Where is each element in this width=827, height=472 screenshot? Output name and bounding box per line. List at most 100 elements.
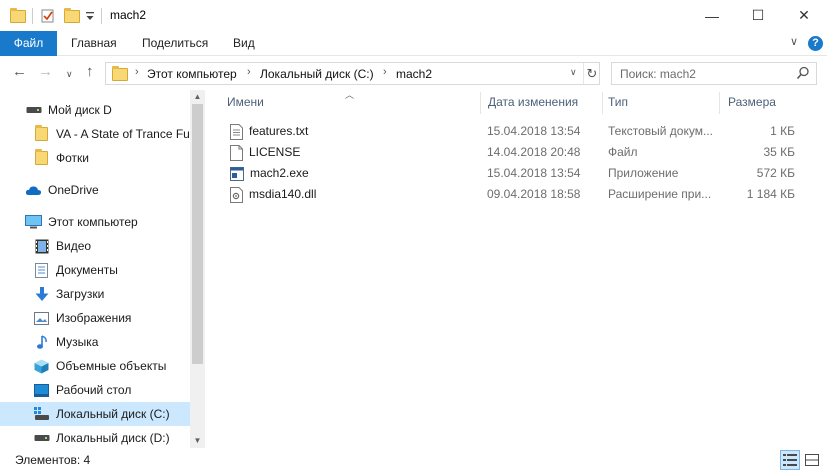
sidebar-item-downloads[interactable]: Загрузки bbox=[0, 282, 190, 306]
up-button[interactable]: ↑ bbox=[86, 64, 94, 80]
file-name[interactable]: features.txt bbox=[249, 121, 308, 142]
computer-icon bbox=[25, 214, 42, 230]
breadcrumb-mach2[interactable]: mach2 bbox=[396, 67, 432, 81]
file-row[interactable]: msdia140.dll 09.04.2018 18:58 Расширение… bbox=[221, 184, 801, 205]
column-header-date[interactable]: Дата изменения bbox=[488, 90, 578, 115]
tab-home[interactable]: Главная bbox=[71, 31, 117, 56]
sidebar-item-my-disk-d[interactable]: Мой диск D bbox=[0, 98, 190, 122]
scroll-down-icon[interactable]: ▼ bbox=[190, 434, 205, 448]
tab-file[interactable]: Файл bbox=[0, 31, 57, 56]
sidebar-item-label: Локальный диск (D:) bbox=[56, 431, 170, 445]
recent-locations-button[interactable]: ∨ bbox=[66, 66, 73, 82]
ribbon: Файл Главная Поделиться Вид ∨ ? bbox=[0, 31, 827, 56]
sidebar-item-local-disk-d[interactable]: Локальный диск (D:) bbox=[0, 426, 190, 448]
large-icons-view-icon bbox=[805, 454, 819, 466]
breadcrumb-separator[interactable]: › bbox=[383, 66, 387, 78]
drive-icon bbox=[33, 430, 50, 446]
address-bar[interactable]: › Этот компьютер › Локальный диск (C:) ›… bbox=[105, 62, 600, 85]
customize-toolbar-icon[interactable] bbox=[85, 6, 95, 26]
sidebar-item-desktop[interactable]: Рабочий стол bbox=[0, 378, 190, 402]
address-dropdown-icon[interactable]: ∨ bbox=[570, 67, 577, 78]
sidebar-item-pictures[interactable]: Изображения bbox=[0, 306, 190, 330]
breadcrumb-local-disk-c[interactable]: Локальный диск (C:) bbox=[260, 67, 374, 81]
sidebar-item-label: Рабочий стол bbox=[56, 383, 132, 397]
details-view-icon bbox=[783, 454, 797, 466]
file-name[interactable]: mach2.exe bbox=[250, 163, 309, 184]
documents-icon bbox=[33, 262, 50, 278]
toolbar-separator bbox=[32, 8, 33, 24]
scrollbar-thumb[interactable] bbox=[192, 104, 203, 364]
3d-objects-icon bbox=[33, 358, 50, 374]
scroll-up-icon[interactable]: ▲ bbox=[190, 90, 205, 104]
search-input[interactable] bbox=[620, 66, 790, 81]
sidebar-item-this-pc[interactable]: Этот компьютер bbox=[0, 210, 190, 234]
sidebar-item-documents[interactable]: Документы bbox=[0, 258, 190, 282]
ribbon-collapse-icon[interactable]: ∨ bbox=[790, 35, 798, 48]
file-size: 1 КБ bbox=[770, 124, 795, 138]
sidebar-item-video[interactable]: Видео bbox=[0, 234, 190, 258]
forward-button[interactable]: → bbox=[38, 64, 53, 80]
file-row[interactable]: mach2.exe 15.04.2018 13:54 Приложение 57… bbox=[221, 163, 801, 184]
folder-icon bbox=[33, 149, 50, 166]
dll-icon bbox=[230, 186, 243, 203]
file-name[interactable]: msdia140.dll bbox=[249, 184, 316, 205]
minimize-button[interactable]: — bbox=[689, 0, 735, 31]
breadcrumb-separator[interactable]: › bbox=[135, 66, 139, 78]
sidebar-item-label: Мой диск D bbox=[48, 103, 112, 117]
sidebar-item-label: Локальный диск (C:) bbox=[56, 407, 170, 421]
file-type: Файл bbox=[608, 145, 638, 159]
details-view-button[interactable] bbox=[780, 450, 800, 470]
file-type: Текстовый докум... bbox=[608, 124, 713, 138]
file-row[interactable]: features.txt 15.04.2018 13:54 Текстовый … bbox=[221, 121, 801, 142]
large-icons-view-button[interactable] bbox=[802, 450, 822, 470]
sidebar-item-label: Видео bbox=[56, 239, 92, 253]
file-row[interactable]: LICENSE 14.04.2018 20:48 Файл 35 КБ bbox=[221, 142, 801, 163]
sidebar-scrollbar[interactable]: ▲ ▼ bbox=[190, 90, 205, 448]
sidebar-item-photos[interactable]: Фотки bbox=[0, 146, 190, 170]
navigation-pane: Мой диск D VA - A State of Trance Fut Фо… bbox=[0, 90, 205, 448]
sidebar-item-va-state-of-trance[interactable]: VA - A State of Trance Fut bbox=[0, 122, 190, 146]
file-type: Приложение bbox=[608, 166, 679, 180]
sidebar-item-music[interactable]: Музыка bbox=[0, 330, 190, 354]
properties-icon[interactable] bbox=[40, 6, 56, 26]
file-list: ︿ Имени Дата изменения Тип Размера featu… bbox=[205, 90, 827, 448]
exe-icon bbox=[230, 166, 244, 181]
file-name[interactable]: LICENSE bbox=[249, 142, 300, 163]
music-icon bbox=[33, 334, 50, 350]
tab-share[interactable]: Поделиться bbox=[142, 31, 208, 56]
sort-ascending-icon: ︿ bbox=[345, 90, 355, 100]
column-header-type[interactable]: Тип bbox=[608, 90, 628, 115]
file-date: 15.04.2018 13:54 bbox=[487, 124, 581, 138]
close-button[interactable]: ✕ bbox=[781, 0, 827, 31]
sidebar-item-label: Изображения bbox=[56, 311, 132, 325]
search-box[interactable] bbox=[611, 62, 817, 85]
folder-icon bbox=[10, 6, 26, 26]
sidebar-item-onedrive[interactable]: OneDrive bbox=[0, 178, 190, 202]
folder-icon bbox=[33, 125, 50, 142]
sidebar-item-3d-objects[interactable]: Объемные объекты bbox=[0, 354, 190, 378]
refresh-button[interactable]: ↻ bbox=[583, 63, 600, 84]
sidebar-item-label: VA - A State of Trance Fut bbox=[56, 127, 190, 141]
drive-icon bbox=[25, 102, 42, 118]
maximize-button[interactable]: ☐ bbox=[735, 0, 781, 31]
breadcrumb-this-pc[interactable]: Этот компьютер bbox=[147, 67, 237, 81]
toolbar-separator bbox=[101, 8, 102, 24]
sidebar-item-local-disk-c[interactable]: Локальный диск (C:) bbox=[0, 402, 190, 426]
column-header-name[interactable]: Имени bbox=[227, 90, 264, 115]
sidebar-item-label: Этот компьютер bbox=[48, 215, 138, 229]
file-icon bbox=[230, 144, 243, 161]
sidebar-item-label: Музыка bbox=[56, 335, 99, 349]
column-separator[interactable] bbox=[602, 92, 603, 114]
title-bar: mach2 — ☐ ✕ bbox=[0, 0, 827, 31]
column-separator[interactable] bbox=[719, 92, 720, 114]
column-separator[interactable] bbox=[480, 92, 481, 114]
back-button[interactable]: ← bbox=[12, 64, 27, 80]
tab-view[interactable]: Вид bbox=[233, 31, 255, 56]
column-header-size[interactable]: Размера bbox=[728, 90, 776, 115]
new-folder-icon[interactable] bbox=[64, 6, 80, 26]
breadcrumb-separator[interactable]: › bbox=[247, 66, 251, 78]
file-size: 572 КБ bbox=[756, 166, 795, 180]
search-icon[interactable] bbox=[796, 66, 810, 80]
pictures-icon bbox=[33, 310, 50, 326]
help-icon[interactable]: ? bbox=[808, 36, 823, 51]
